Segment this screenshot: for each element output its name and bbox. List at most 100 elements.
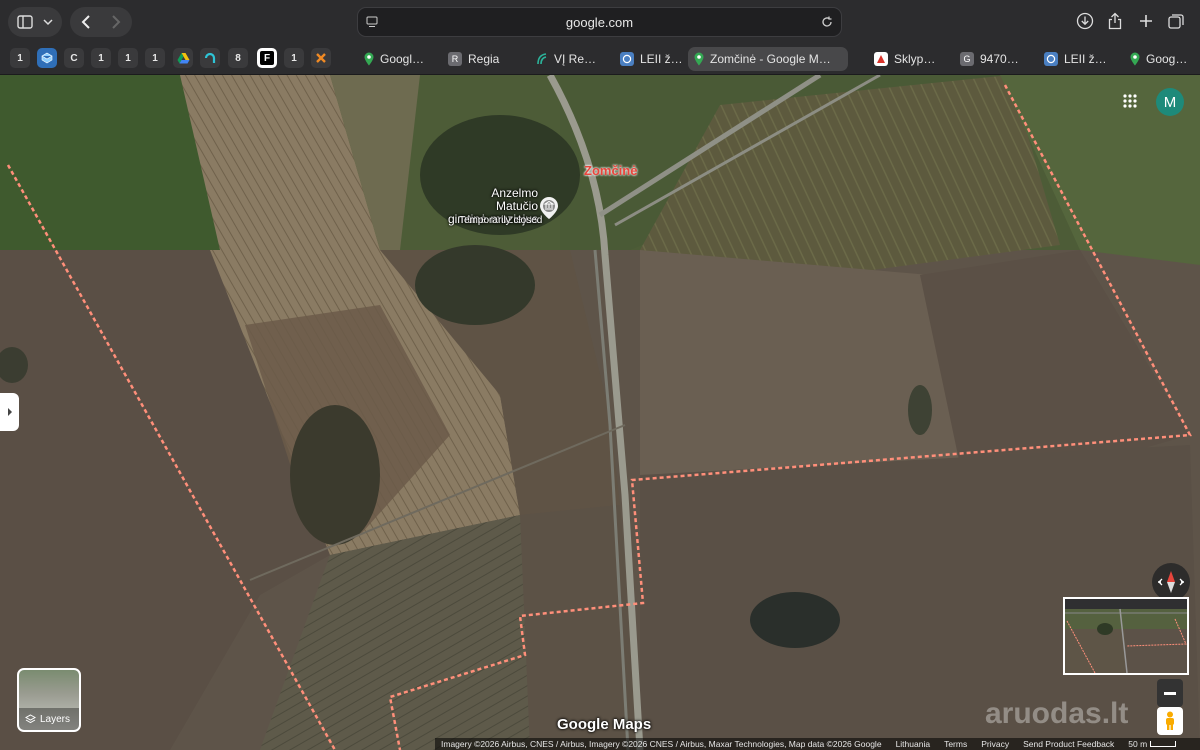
zoom-out-button[interactable] bbox=[1157, 679, 1183, 707]
tab[interactable]: R Regia bbox=[442, 47, 522, 71]
tab[interactable]: Googl… bbox=[358, 47, 442, 71]
scale-bar[interactable]: 50 m bbox=[1128, 739, 1177, 749]
maps-pin-icon bbox=[694, 52, 704, 66]
compass-icon bbox=[1158, 571, 1184, 593]
terms-link[interactable]: Terms bbox=[944, 739, 967, 749]
tab-label: Zomčinė - Google M… bbox=[710, 52, 831, 66]
x-logo-icon bbox=[316, 53, 326, 63]
account-avatar[interactable]: M bbox=[1156, 88, 1184, 116]
tab[interactable]: Goog… bbox=[1124, 47, 1200, 71]
tab-bar: 1 C 1 1 1 8 F 1 Googl… R Regia VĮ Re… LE… bbox=[0, 44, 1200, 75]
tab-label: 9470… bbox=[980, 52, 1019, 66]
country-link[interactable]: Lithuania bbox=[896, 739, 931, 749]
registras-icon bbox=[537, 53, 547, 65]
tab-label: Goog… bbox=[1146, 52, 1188, 66]
pinned-tab[interactable]: C bbox=[64, 48, 84, 68]
google-maps-logo: Google Maps bbox=[557, 716, 652, 733]
pinned-tab[interactable]: F bbox=[257, 48, 277, 68]
pinned-tab-label: 1 bbox=[98, 52, 104, 64]
tab-label: Sklyp… bbox=[894, 52, 936, 66]
tab[interactable]: LEII ž… bbox=[614, 47, 686, 71]
pinned-tab[interactable]: 1 bbox=[145, 48, 165, 68]
aruodas-icon bbox=[874, 52, 888, 66]
map-layers-icon bbox=[1044, 52, 1058, 66]
download-icon bbox=[1076, 12, 1094, 30]
url-text: google.com bbox=[565, 15, 634, 30]
tab[interactable]: LEII ž… bbox=[1038, 47, 1114, 71]
pinned-tab-label: 1 bbox=[152, 52, 158, 64]
apps-button[interactable] bbox=[1120, 91, 1140, 111]
street-view-button[interactable] bbox=[1157, 707, 1183, 735]
reload-icon[interactable] bbox=[821, 16, 833, 28]
place-label[interactable]: Zomčinė bbox=[584, 163, 637, 178]
address-bar[interactable]: google.com bbox=[357, 7, 842, 37]
tab-overview-button[interactable] bbox=[1165, 10, 1187, 32]
pegman-icon bbox=[1166, 711, 1174, 730]
poi-name-line: Anzelmo Matučio bbox=[491, 186, 538, 213]
layers-label: Layers bbox=[40, 713, 71, 725]
share-button[interactable] bbox=[1104, 10, 1126, 32]
privacy-link[interactable]: Privacy bbox=[981, 739, 1009, 749]
downloads-button[interactable] bbox=[1074, 10, 1096, 32]
tab-label: Googl… bbox=[380, 52, 425, 66]
scale-label: 50 m bbox=[1128, 739, 1148, 749]
app-icon bbox=[204, 52, 216, 63]
tab-label: Regia bbox=[468, 52, 500, 66]
map-layers-icon bbox=[620, 52, 634, 66]
compass-button[interactable] bbox=[1152, 563, 1190, 601]
new-tab-button[interactable] bbox=[1135, 10, 1157, 32]
nav-buttons bbox=[70, 7, 132, 37]
minus-icon bbox=[1164, 691, 1176, 695]
museum-pin-icon bbox=[540, 197, 558, 219]
tab-overview-icon bbox=[1168, 14, 1184, 29]
drive-icon bbox=[177, 53, 189, 64]
watermark: aruodas.lt bbox=[985, 697, 1129, 730]
pinned-tab[interactable]: 8 bbox=[228, 48, 248, 68]
pinned-tab-label: 1 bbox=[291, 52, 297, 64]
tab-active[interactable]: Zomčinė - Google M… bbox=[688, 47, 848, 71]
cube-icon bbox=[41, 52, 53, 64]
tab[interactable]: G 9470… bbox=[954, 47, 1024, 71]
tab-label: VĮ Re… bbox=[554, 52, 597, 66]
satellite-map[interactable]: Zomčinė Anzelmo Matučio gimtinė-muziejus… bbox=[0, 75, 1200, 750]
browser-toolbar: google.com bbox=[0, 0, 1200, 44]
pinned-tab[interactable] bbox=[173, 48, 193, 68]
pinned-tab-label: 8 bbox=[235, 52, 241, 64]
regia-icon: R bbox=[448, 52, 462, 66]
pinned-tab-label: 1 bbox=[125, 52, 131, 64]
pinned-tab[interactable]: 1 bbox=[118, 48, 138, 68]
sidebar-toggle-button[interactable] bbox=[8, 7, 62, 37]
tab[interactable]: VĮ Re… bbox=[530, 47, 614, 71]
pinned-tab[interactable] bbox=[200, 48, 220, 68]
expand-panel-button[interactable] bbox=[0, 393, 19, 431]
tab[interactable]: Sklyp… bbox=[868, 47, 948, 71]
pinned-tab-label: C bbox=[70, 52, 78, 64]
maps-pin-icon bbox=[364, 52, 374, 66]
plus-icon bbox=[1140, 15, 1152, 27]
imagery-credit: Imagery ©2026 Airbus, CNES / Airbus, Ima… bbox=[441, 739, 882, 749]
apps-grid-icon bbox=[1123, 94, 1137, 108]
minimap[interactable] bbox=[1063, 597, 1189, 675]
pinned-tab[interactable]: 1 bbox=[284, 48, 304, 68]
feedback-link[interactable]: Send Product Feedback bbox=[1023, 739, 1114, 749]
caret-right-icon bbox=[7, 408, 12, 416]
layers-bar: Layers bbox=[19, 708, 79, 730]
forward-button[interactable] bbox=[111, 15, 121, 29]
museum-marker[interactable] bbox=[539, 196, 559, 220]
chevron-left-icon bbox=[81, 15, 90, 29]
back-button[interactable] bbox=[81, 15, 91, 29]
pinned-tab[interactable] bbox=[37, 48, 57, 68]
chevron-down-icon bbox=[43, 19, 53, 26]
maps-pin-icon bbox=[1130, 52, 1140, 66]
pinned-tab[interactable]: 1 bbox=[10, 48, 30, 68]
pinned-tab[interactable]: 1 bbox=[91, 48, 111, 68]
poi-status: Temporarily closed bbox=[459, 215, 543, 226]
chevron-right-icon bbox=[112, 15, 121, 29]
share-icon bbox=[1108, 12, 1122, 30]
pinned-tab[interactable] bbox=[311, 48, 331, 68]
minimap-imagery bbox=[1065, 599, 1187, 673]
layers-button[interactable]: Layers bbox=[17, 668, 81, 732]
tab-label: LEII ž… bbox=[1064, 52, 1107, 66]
tab-label: LEII ž… bbox=[640, 52, 683, 66]
g-icon: G bbox=[960, 52, 974, 66]
